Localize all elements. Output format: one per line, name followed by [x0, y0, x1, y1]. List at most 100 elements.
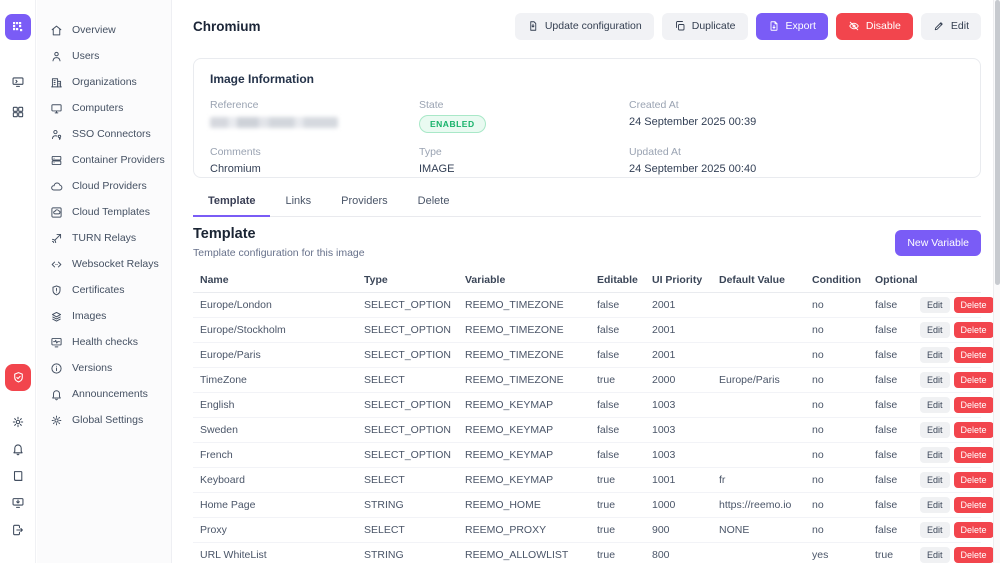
logout-icon[interactable]: [11, 523, 25, 537]
sso-key-icon: [50, 128, 63, 141]
row-delete-button[interactable]: Delete: [954, 372, 994, 388]
table-cell: SELECT_OPTION: [357, 299, 458, 311]
sidebar-item-global-settings[interactable]: Global Settings: [37, 407, 171, 433]
table-cell: REEMO_TIMEZONE: [458, 324, 590, 336]
security-shield-button[interactable]: [5, 364, 31, 391]
table-cell: SELECT_OPTION: [357, 424, 458, 436]
sidebar-item-label: Overview: [72, 24, 116, 36]
scrollbar-thumb[interactable]: [995, 0, 1000, 285]
sidebar-item-label: Computers: [72, 102, 123, 114]
tab-providers[interactable]: Providers: [326, 190, 402, 216]
sidebar-item-certificates[interactable]: Certificates: [37, 277, 171, 303]
column-header: Type: [357, 274, 458, 286]
row-edit-button[interactable]: Edit: [920, 322, 950, 338]
notifications-icon[interactable]: [11, 442, 25, 456]
relay-icon: [50, 232, 63, 245]
duplicate-button[interactable]: Duplicate: [662, 13, 748, 40]
sidebar-item-label: Cloud Templates: [72, 206, 150, 218]
row-delete-button[interactable]: Delete: [954, 547, 994, 563]
table-cell: 1003: [645, 449, 712, 461]
table-cell: Proxy: [193, 524, 357, 536]
sidebar-item-versions[interactable]: Versions: [37, 355, 171, 381]
sidebar-item-cloud-templates[interactable]: Cloud Templates: [37, 199, 171, 225]
table-cell: false: [868, 499, 920, 511]
tab-links[interactable]: Links: [270, 190, 326, 216]
column-header: Variable: [458, 274, 590, 286]
row-edit-button[interactable]: Edit: [920, 547, 950, 563]
sidebar-item-images[interactable]: Images: [37, 303, 171, 329]
app-logo[interactable]: [5, 14, 31, 40]
sidebar-item-organizations[interactable]: Organizations: [37, 69, 171, 95]
table-cell: English: [193, 399, 357, 411]
row-edit-button[interactable]: Edit: [920, 497, 950, 513]
download-icon[interactable]: [11, 496, 25, 510]
row-delete-button[interactable]: Delete: [954, 522, 994, 538]
remote-monitor-icon[interactable]: [11, 75, 25, 89]
tab-bar: TemplateLinksProvidersDelete: [193, 190, 981, 217]
sidebar-item-overview[interactable]: Overview: [37, 17, 171, 43]
table-cell: Europe/Paris: [193, 349, 357, 361]
table-cell: 900: [645, 524, 712, 536]
column-header: Optional: [868, 274, 920, 286]
row-delete-button[interactable]: Delete: [954, 347, 994, 363]
row-delete-button[interactable]: Delete: [954, 297, 994, 313]
settings-icon[interactable]: [11, 415, 25, 429]
row-edit-button[interactable]: Edit: [920, 372, 950, 388]
sidebar-item-cloud-providers[interactable]: Cloud Providers: [37, 173, 171, 199]
export-button[interactable]: Export: [756, 13, 828, 40]
edit-icon: [933, 20, 945, 32]
sidebar-item-websocket-relays[interactable]: Websocket Relays: [37, 251, 171, 277]
monitor-icon: [50, 102, 63, 115]
table-row: SwedenSELECT_OPTIONREEMO_KEYMAPfalse1003…: [193, 418, 981, 443]
layers-icon: [50, 310, 63, 323]
row-delete-button[interactable]: Delete: [954, 397, 994, 413]
sidebar-item-announcements[interactable]: Announcements: [37, 381, 171, 407]
sidebar-item-label: Health checks: [72, 336, 138, 348]
sidebar-item-label: Organizations: [72, 76, 137, 88]
sidebar-item-label: SSO Connectors: [72, 128, 151, 140]
file-update-icon: [527, 20, 539, 32]
scrollbar[interactable]: [993, 0, 1000, 563]
template-table: Name Type Variable Editable UI Priority …: [193, 268, 981, 563]
table-cell: REEMO_TIMEZONE: [458, 299, 590, 311]
sidebar-item-health-checks[interactable]: Health checks: [37, 329, 171, 355]
page-title: Chromium: [193, 19, 261, 34]
disable-button[interactable]: Disable: [836, 13, 913, 40]
row-edit-button[interactable]: Edit: [920, 447, 950, 463]
sidebar-item-container-providers[interactable]: Container Providers: [37, 147, 171, 173]
row-edit-button[interactable]: Edit: [920, 297, 950, 313]
sidebar-item-computers[interactable]: Computers: [37, 95, 171, 121]
row-edit-button[interactable]: Edit: [920, 397, 950, 413]
tab-template[interactable]: Template: [193, 190, 270, 217]
table-cell: no: [805, 399, 868, 411]
update-configuration-button[interactable]: Update configuration: [515, 13, 654, 40]
row-delete-button[interactable]: Delete: [954, 472, 994, 488]
row-actions: EditDelete: [920, 422, 998, 438]
row-delete-button[interactable]: Delete: [954, 322, 994, 338]
field-value: IMAGE: [419, 163, 629, 175]
row-edit-button[interactable]: Edit: [920, 472, 950, 488]
new-variable-button[interactable]: New Variable: [895, 230, 981, 256]
sidebar-item-label: Container Providers: [72, 154, 165, 166]
page-header: Chromium Update configuration Duplicate …: [193, 0, 981, 52]
edit-button-header[interactable]: Edit: [921, 13, 981, 40]
docs-icon[interactable]: [11, 469, 25, 483]
sidebar-item-label: Certificates: [72, 284, 125, 296]
tab-delete[interactable]: Delete: [403, 190, 465, 216]
sidebar-item-turn-relays[interactable]: TURN Relays: [37, 225, 171, 251]
row-edit-button[interactable]: Edit: [920, 347, 950, 363]
sidebar-item-users[interactable]: Users: [37, 43, 171, 69]
row-edit-button[interactable]: Edit: [920, 522, 950, 538]
row-delete-button[interactable]: Delete: [954, 422, 994, 438]
row-delete-button[interactable]: Delete: [954, 497, 994, 513]
table-cell: false: [868, 474, 920, 486]
row-delete-button[interactable]: Delete: [954, 447, 994, 463]
table-cell: SELECT_OPTION: [357, 399, 458, 411]
table-cell: false: [868, 349, 920, 361]
image-information-card: Image Information ReferenceStateENABLEDC…: [193, 58, 981, 178]
sidebar-item-sso-connectors[interactable]: SSO Connectors: [37, 121, 171, 147]
apps-grid-icon[interactable]: [11, 105, 25, 119]
row-actions: EditDelete: [920, 297, 998, 313]
row-edit-button[interactable]: Edit: [920, 422, 950, 438]
template-table-body: Europe/LondonSELECT_OPTIONREEMO_TIMEZONE…: [193, 293, 981, 563]
